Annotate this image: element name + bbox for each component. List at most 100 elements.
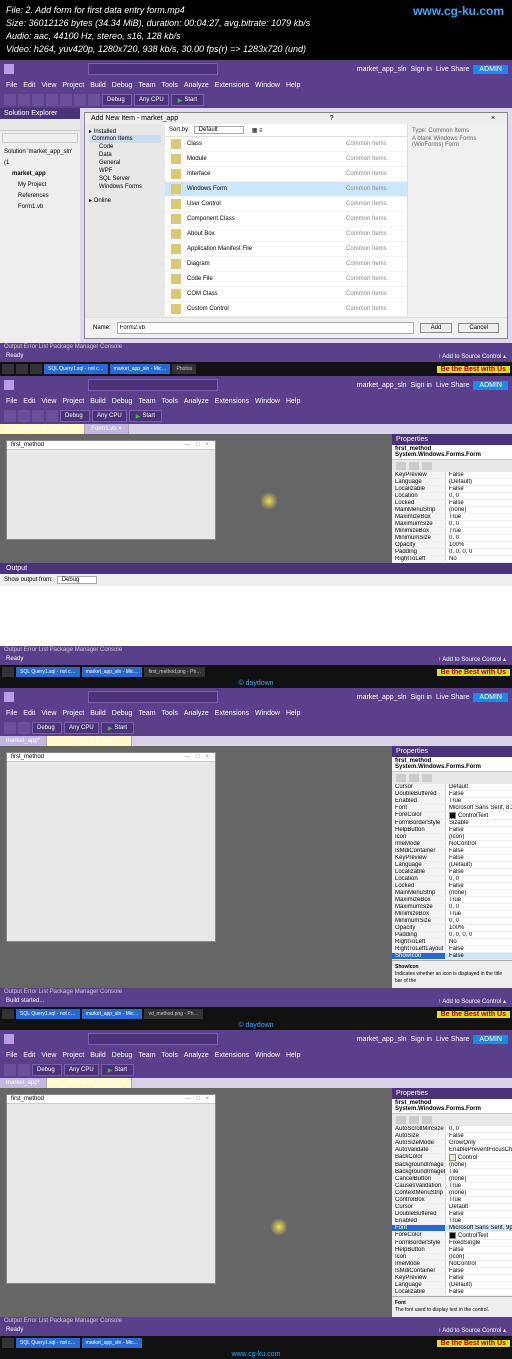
prop-val[interactable]: ControlText xyxy=(446,812,512,819)
start-menu-icon[interactable] xyxy=(2,364,14,374)
tb-market[interactable]: market_app_sln - Mic… xyxy=(82,667,143,677)
tb-market[interactable]: market_app_sln - Mic… xyxy=(82,1009,143,1019)
tab-first-method[interactable]: first_method.vb [Design]* × xyxy=(0,424,85,434)
property-row[interactable]: Language(Default) xyxy=(392,862,512,869)
prop-val[interactable]: False xyxy=(446,1211,512,1217)
start-button[interactable]: Start xyxy=(101,1064,134,1076)
menu-analyze[interactable]: Analyze xyxy=(184,398,209,405)
menu-help[interactable]: Help xyxy=(286,1052,300,1059)
start-button[interactable]: Start xyxy=(171,94,204,106)
cat-sql[interactable]: SQL Server xyxy=(89,175,161,183)
menu-extensions[interactable]: Extensions xyxy=(215,398,249,405)
form-canvas[interactable]: first_method— □ × xyxy=(6,752,216,942)
tb-icon[interactable] xyxy=(18,722,30,734)
property-row[interactable]: ControlBoxTrue xyxy=(392,1197,512,1204)
start-button[interactable]: Start xyxy=(101,722,134,734)
property-row[interactable]: FormBorderStyleFixedSingle xyxy=(392,1240,512,1247)
tb-sql[interactable]: SQL Query1.sql - not c… xyxy=(16,1009,80,1019)
sol-references[interactable]: References xyxy=(4,191,76,202)
template-row[interactable]: DiagramCommon Items xyxy=(165,257,407,272)
alpha-icon[interactable] xyxy=(409,1116,419,1124)
menu-edit[interactable]: Edit xyxy=(23,398,35,405)
template-row[interactable]: About BoxCommon Items xyxy=(165,227,407,242)
prop-val[interactable]: (Icon) xyxy=(446,1254,512,1260)
quick-launch-input[interactable] xyxy=(88,691,218,703)
cat-data[interactable]: Data xyxy=(89,151,161,159)
prop-val[interactable]: False xyxy=(446,946,512,952)
property-row[interactable]: Padding0, 0, 0, 0 xyxy=(392,932,512,939)
prop-val[interactable]: False xyxy=(446,1133,512,1139)
tab-market[interactable]: market_app* xyxy=(0,1078,47,1088)
property-row[interactable]: Location0, 0 xyxy=(392,493,512,500)
menu-team[interactable]: Team xyxy=(138,398,155,405)
menu-view[interactable]: View xyxy=(41,710,56,717)
menu-edit[interactable]: Edit xyxy=(23,1052,35,1059)
config-combo[interactable]: Debug xyxy=(32,1064,62,1076)
start-menu-icon[interactable] xyxy=(2,667,14,677)
tb-icon[interactable] xyxy=(46,410,58,422)
tb-redo-icon[interactable] xyxy=(88,94,100,106)
tb-save-icon[interactable] xyxy=(46,94,58,106)
tab-form1[interactable]: Form1.vb × xyxy=(85,424,129,434)
menu-file[interactable]: File xyxy=(6,1052,17,1059)
menu-edit[interactable]: Edit xyxy=(23,82,35,89)
prop-val[interactable]: Control xyxy=(446,1154,512,1161)
prop-val[interactable]: False xyxy=(446,472,512,478)
prop-val[interactable]: GrowOnly xyxy=(446,1140,512,1146)
property-row[interactable]: ForeColorControlText xyxy=(392,1232,512,1240)
property-row[interactable]: ImeModeNoControl xyxy=(392,1261,512,1268)
liveshare-button[interactable]: Live Share xyxy=(436,66,469,73)
prop-val[interactable]: (none) xyxy=(446,1162,512,1168)
properties-toolbar[interactable] xyxy=(392,460,512,472)
property-row[interactable]: CausesValidationTrue xyxy=(392,1183,512,1190)
menu-file[interactable]: File xyxy=(6,398,17,405)
menu-team[interactable]: Team xyxy=(138,710,155,717)
prop-val[interactable]: 0, 0 xyxy=(446,918,512,924)
template-row[interactable]: Component ClassCommon Items xyxy=(165,212,407,227)
source-control-button[interactable]: ↑ Add to Source Control ▴ xyxy=(438,656,506,663)
online-node[interactable]: ▸ Online xyxy=(89,197,161,204)
menu-view[interactable]: View xyxy=(41,82,56,89)
taskbar-1[interactable]: SQL Query1.sql - not c… market_app_sln -… xyxy=(0,362,512,376)
template-row[interactable]: Windows FormCommon Items xyxy=(165,182,407,197)
output-tabs-3[interactable]: Output Error List Package Manager Consol… xyxy=(0,988,512,996)
property-row[interactable]: FontMicrosoft Sans Serif, 9pt… xyxy=(392,1225,512,1232)
property-row[interactable]: LockedFalse xyxy=(392,500,512,507)
vs-main-menu[interactable]: FileEditViewProjectBuildDebugTeamToolsAn… xyxy=(0,706,512,720)
signin-link[interactable]: Sign in xyxy=(411,694,432,701)
prop-val[interactable]: False xyxy=(446,486,512,492)
prop-val[interactable]: False xyxy=(446,883,512,889)
prop-val[interactable]: 0, 0 xyxy=(446,876,512,882)
vs-main-menu[interactable]: FileEditViewProjectBuildDebugTeamToolsAn… xyxy=(0,394,512,408)
solution-search-input[interactable] xyxy=(2,133,78,143)
solution-explorer-toolbar[interactable] xyxy=(0,119,80,131)
platform-combo[interactable]: Any CPU xyxy=(92,410,127,422)
prop-val[interactable]: 0, 0 xyxy=(446,1126,512,1132)
prop-val[interactable]: NoControl xyxy=(446,841,512,847)
sortby-combo[interactable]: Default xyxy=(194,126,244,134)
sol-myproject[interactable]: My Project xyxy=(4,180,76,191)
prop-val[interactable]: 0, 0 xyxy=(446,521,512,527)
property-row[interactable]: MaximizeBoxTrue xyxy=(392,514,512,521)
property-row[interactable]: KeyPreviewFalse xyxy=(392,855,512,862)
menu-team[interactable]: Team xyxy=(138,1052,155,1059)
tab-market[interactable]: market_app* xyxy=(0,736,47,746)
sol-form1[interactable]: Form1.vb xyxy=(4,202,76,213)
installed-node[interactable]: ▸ Installed xyxy=(89,128,161,135)
watermark-link[interactable]: www.cg-ku.com xyxy=(413,4,504,18)
property-row[interactable]: MaximumSize0, 0 xyxy=(392,904,512,911)
tb-sql[interactable]: SQL Query1.sql - not c… xyxy=(44,364,108,374)
prop-val[interactable]: True xyxy=(446,1197,512,1203)
events-icon[interactable] xyxy=(422,1116,432,1124)
prop-val[interactable]: EnablePreventFocusChange xyxy=(446,1147,512,1153)
prop-val[interactable]: False xyxy=(446,791,512,797)
events-icon[interactable] xyxy=(422,462,432,470)
prop-val[interactable]: True xyxy=(446,911,512,917)
prop-val[interactable]: True xyxy=(446,1183,512,1189)
menu-debug[interactable]: Debug xyxy=(112,82,133,89)
property-row[interactable]: MaximizeBoxTrue xyxy=(392,897,512,904)
categorize-icon[interactable] xyxy=(396,774,406,782)
prop-val[interactable]: False xyxy=(446,848,512,854)
property-row[interactable]: Location0, 0 xyxy=(392,876,512,883)
menu-extensions[interactable]: Extensions xyxy=(215,710,249,717)
